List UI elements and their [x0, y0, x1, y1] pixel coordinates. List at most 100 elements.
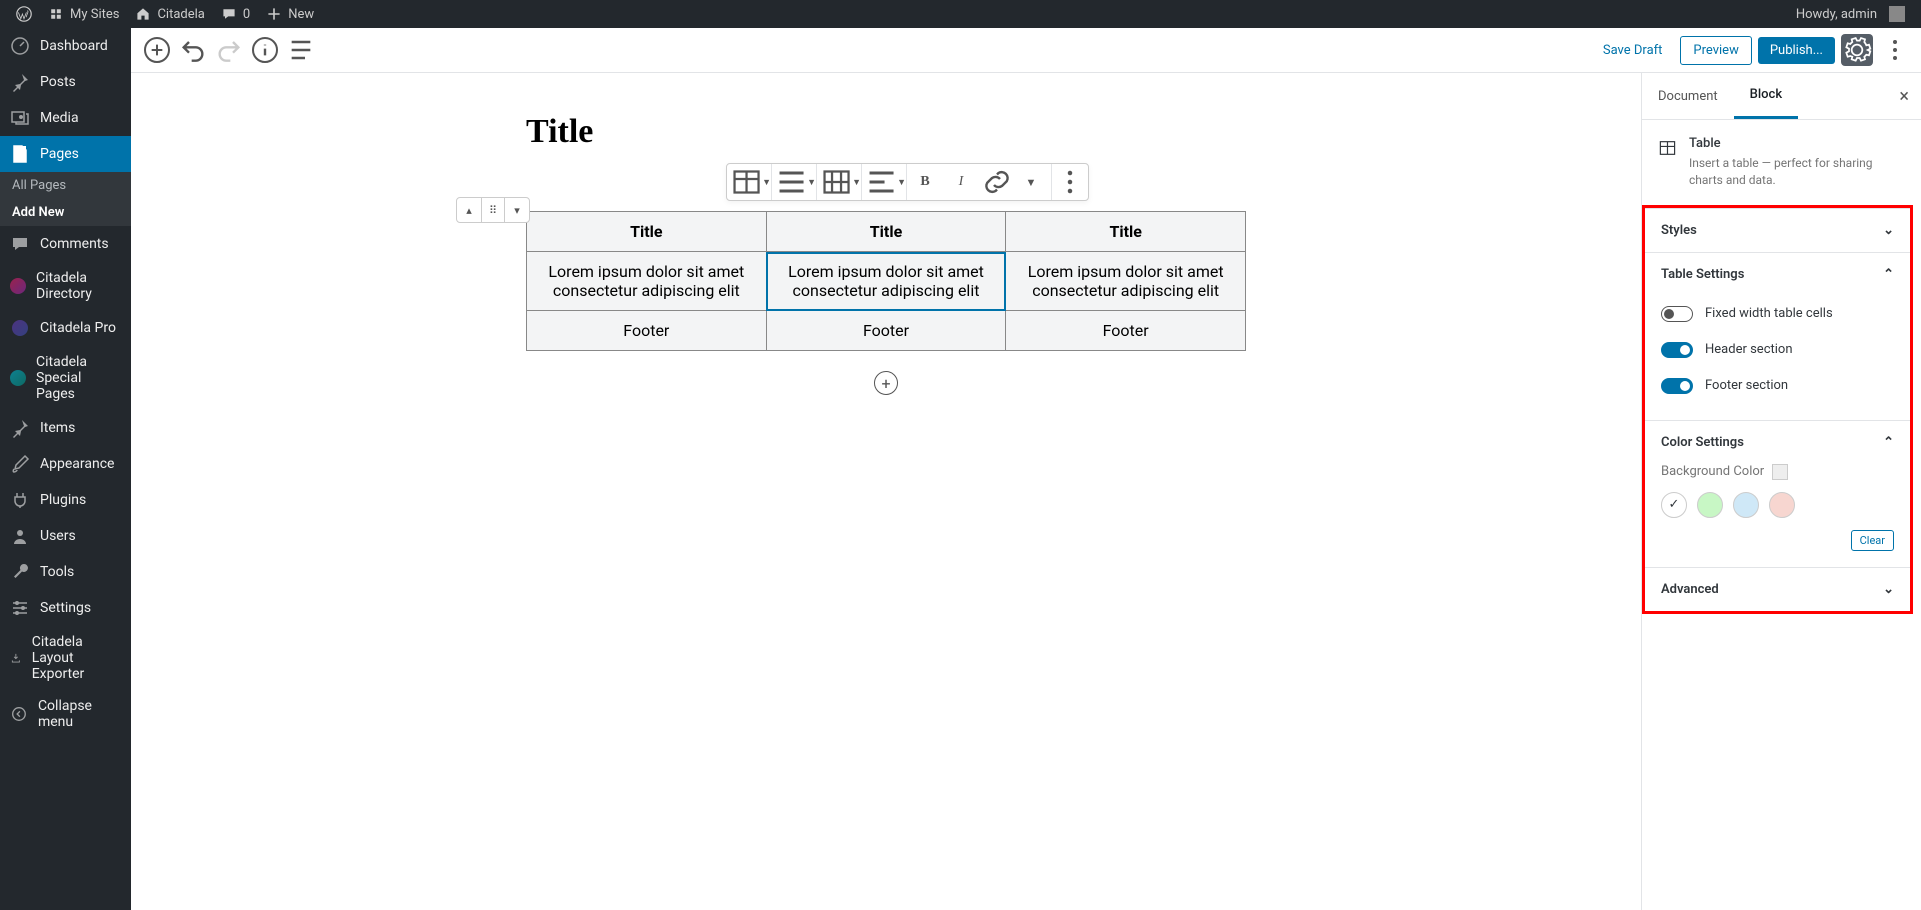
add-block-inline-button[interactable]: +: [874, 371, 898, 395]
collapse-icon: [10, 704, 28, 724]
settings-button[interactable]: [1841, 34, 1873, 66]
tab-block[interactable]: Block: [1734, 73, 1798, 119]
comment-icon: [10, 234, 30, 254]
italic-button[interactable]: I: [943, 164, 979, 200]
menu-plugins[interactable]: Plugins: [0, 482, 131, 518]
link-button[interactable]: [979, 164, 1015, 200]
menu-users[interactable]: Users: [0, 518, 131, 554]
editor-table[interactable]: Title Title Title Lorem ipsum dolor sit …: [526, 211, 1246, 351]
media-icon: [10, 108, 30, 128]
drag-handle[interactable]: ⠿: [481, 198, 505, 222]
menu-citadela-directory[interactable]: Citadela Directory: [0, 262, 131, 310]
swatch-blue[interactable]: [1733, 492, 1759, 518]
menu-pages[interactable]: Pages: [0, 136, 131, 172]
menu-citadela-special[interactable]: Citadela Special Pages: [0, 346, 131, 410]
swatch-white[interactable]: ✓: [1661, 492, 1687, 518]
wrench-icon: [10, 562, 30, 582]
block-more-button[interactable]: [1052, 164, 1088, 200]
menu-tools[interactable]: Tools: [0, 554, 131, 590]
menu-label: Collapse menu: [38, 698, 121, 730]
user-icon: [10, 526, 30, 546]
toggle-footer-section[interactable]: [1661, 378, 1693, 394]
swatch-pink[interactable]: [1769, 492, 1795, 518]
menu-label: Media: [40, 110, 79, 126]
site-name[interactable]: Citadela: [127, 0, 212, 28]
redo-button[interactable]: [213, 34, 245, 66]
editor-header: Save Draft Preview Publish...: [131, 28, 1921, 73]
citadela-pro-icon: [10, 318, 30, 338]
panel-color-settings-header[interactable]: Color Settings ⌃: [1645, 421, 1910, 464]
menu-settings[interactable]: Settings: [0, 590, 131, 626]
more-button[interactable]: [1879, 34, 1911, 66]
table-block[interactable]: ▴ ⠿ ▾ ▼ ▼ ▼ ▼ B I ▼: [526, 211, 1246, 351]
table-header[interactable]: Title: [527, 212, 767, 252]
chevron-down-icon: ⌄: [1883, 582, 1894, 597]
undo-button[interactable]: [177, 34, 209, 66]
add-block-button[interactable]: [141, 34, 173, 66]
more-format-button[interactable]: ▼: [1015, 164, 1051, 200]
table-icon: [1658, 136, 1677, 160]
outline-button[interactable]: [285, 34, 317, 66]
menu-citadela-pro[interactable]: Citadela Pro: [0, 310, 131, 346]
toggle-header-section[interactable]: [1661, 342, 1693, 358]
my-sites-label: My Sites: [70, 7, 119, 22]
publish-button[interactable]: Publish...: [1758, 37, 1835, 64]
panel-table-settings-header[interactable]: Table Settings ⌃: [1645, 253, 1910, 296]
menu-label: Pages: [40, 146, 79, 162]
panel-title: Table Settings: [1661, 267, 1744, 282]
move-up-button[interactable]: ▴: [457, 198, 481, 222]
preview-button[interactable]: Preview: [1680, 36, 1751, 65]
menu-label: Settings: [40, 600, 91, 616]
toggle-fixed-width[interactable]: [1661, 306, 1693, 322]
panel-color-settings: Color Settings ⌃ Background Color ✓ Clea…: [1645, 420, 1910, 567]
table-header[interactable]: Title: [766, 212, 1006, 252]
block-card-desc: Insert a table — perfect for sharing cha…: [1689, 155, 1905, 189]
panel-title: Advanced: [1661, 582, 1719, 597]
inspector-sidebar: Document Block × Table Insert a table — …: [1641, 73, 1921, 910]
align-button[interactable]: ▼: [772, 164, 816, 200]
my-sites[interactable]: My Sites: [40, 0, 127, 28]
table-footer[interactable]: Footer: [527, 311, 767, 351]
table-header[interactable]: Title: [1006, 212, 1246, 252]
table-cell[interactable]: Lorem ipsum dolor sit amet consectetur a…: [1006, 252, 1246, 311]
menu-comments[interactable]: Comments: [0, 226, 131, 262]
wp-logo[interactable]: [8, 0, 40, 28]
chevron-down-icon: ⌄: [1883, 223, 1894, 238]
text-align-button[interactable]: ▼: [862, 164, 906, 200]
comments-count[interactable]: 0: [213, 0, 258, 28]
table-cell[interactable]: Lorem ipsum dolor sit amet consectetur a…: [527, 252, 767, 311]
tab-document[interactable]: Document: [1642, 75, 1734, 118]
menu-items[interactable]: Items: [0, 410, 131, 446]
swatch-green[interactable]: [1697, 492, 1723, 518]
edit-table-button[interactable]: ▼: [817, 164, 861, 200]
table-cell[interactable]: Lorem ipsum dolor sit amet consectetur a…: [766, 252, 1006, 311]
move-down-button[interactable]: ▾: [505, 198, 529, 222]
menu-collapse[interactable]: Collapse menu: [0, 690, 131, 738]
menu-appearance[interactable]: Appearance: [0, 446, 131, 482]
clear-color-button[interactable]: Clear: [1851, 530, 1894, 551]
menu-label: Items: [40, 420, 75, 436]
info-button[interactable]: [249, 34, 281, 66]
table-footer[interactable]: Footer: [1006, 311, 1246, 351]
new-content[interactable]: New: [258, 0, 322, 28]
panel-advanced-header[interactable]: Advanced ⌄: [1645, 568, 1910, 611]
panel-styles-header[interactable]: Styles ⌄: [1645, 209, 1910, 252]
bold-button[interactable]: B: [907, 164, 943, 200]
block-type-button[interactable]: ▼: [727, 164, 771, 200]
pages-submenu: All Pages Add New: [0, 172, 131, 226]
howdy-account[interactable]: Howdy, admin: [1788, 0, 1913, 28]
post-title[interactable]: Title: [526, 113, 1246, 151]
menu-posts[interactable]: Posts: [0, 64, 131, 100]
submenu-all-pages[interactable]: All Pages: [0, 172, 131, 199]
menu-dashboard[interactable]: Dashboard: [0, 28, 131, 64]
block-mover: ▴ ⠿ ▾: [456, 197, 530, 223]
submenu-add-new[interactable]: Add New: [0, 199, 131, 226]
save-draft-button[interactable]: Save Draft: [1591, 37, 1675, 64]
menu-media[interactable]: Media: [0, 100, 131, 136]
close-inspector-button[interactable]: ×: [1887, 86, 1921, 107]
new-label: New: [288, 7, 314, 22]
menu-citadela-exporter[interactable]: Citadela Layout Exporter: [0, 626, 131, 690]
export-icon: [10, 648, 22, 668]
editor-canvas[interactable]: Title ▴ ⠿ ▾ ▼ ▼ ▼ ▼ B I: [131, 73, 1641, 910]
table-footer[interactable]: Footer: [766, 311, 1006, 351]
